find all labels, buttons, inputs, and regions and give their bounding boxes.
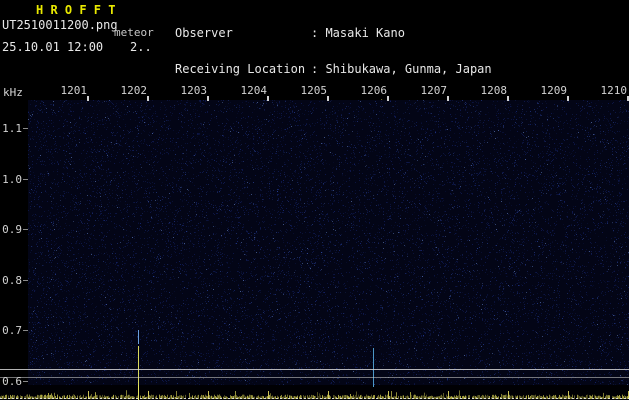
observation-datetime: 25.10.01 12:00 [2,40,104,54]
signal-level-strip-canvas [0,385,629,400]
y-tick-label: 1.0 [2,173,22,186]
x-tick-label: 1210 [600,84,628,97]
info-label-location: Receiving Location [175,62,306,76]
meteor-label: meteor [114,26,154,39]
count-indicator: 2.. [130,40,152,54]
info-label-observer: Observer [175,26,233,40]
info-value-location: : Shibukawa, Gunma, Japan [311,62,492,76]
x-tick-label: 1202 [120,84,148,97]
y-tick-label: 1.1 [2,122,22,135]
info-value-observer: : Masaki Kano [311,26,405,40]
hrofft-screen: H R O F F T UT2510011200.png meteor 25.1… [0,0,629,400]
info-row-observer: Observer : Masaki Kano [175,27,549,39]
output-filename: UT2510011200.png [2,18,118,32]
y-axis-unit-label: kHz [3,86,23,99]
y-tick-label: 0.7 [2,324,22,337]
info-row-location: Receiving Location : Shibukawa, Gunma, Ja… [175,63,549,75]
app-title: H R O F F T [36,3,116,17]
x-tick-label: 1201 [60,84,88,97]
spectrogram-canvas [28,100,629,385]
y-tick-label: 0.8 [2,274,22,287]
y-tick-label: 0.9 [2,223,22,236]
